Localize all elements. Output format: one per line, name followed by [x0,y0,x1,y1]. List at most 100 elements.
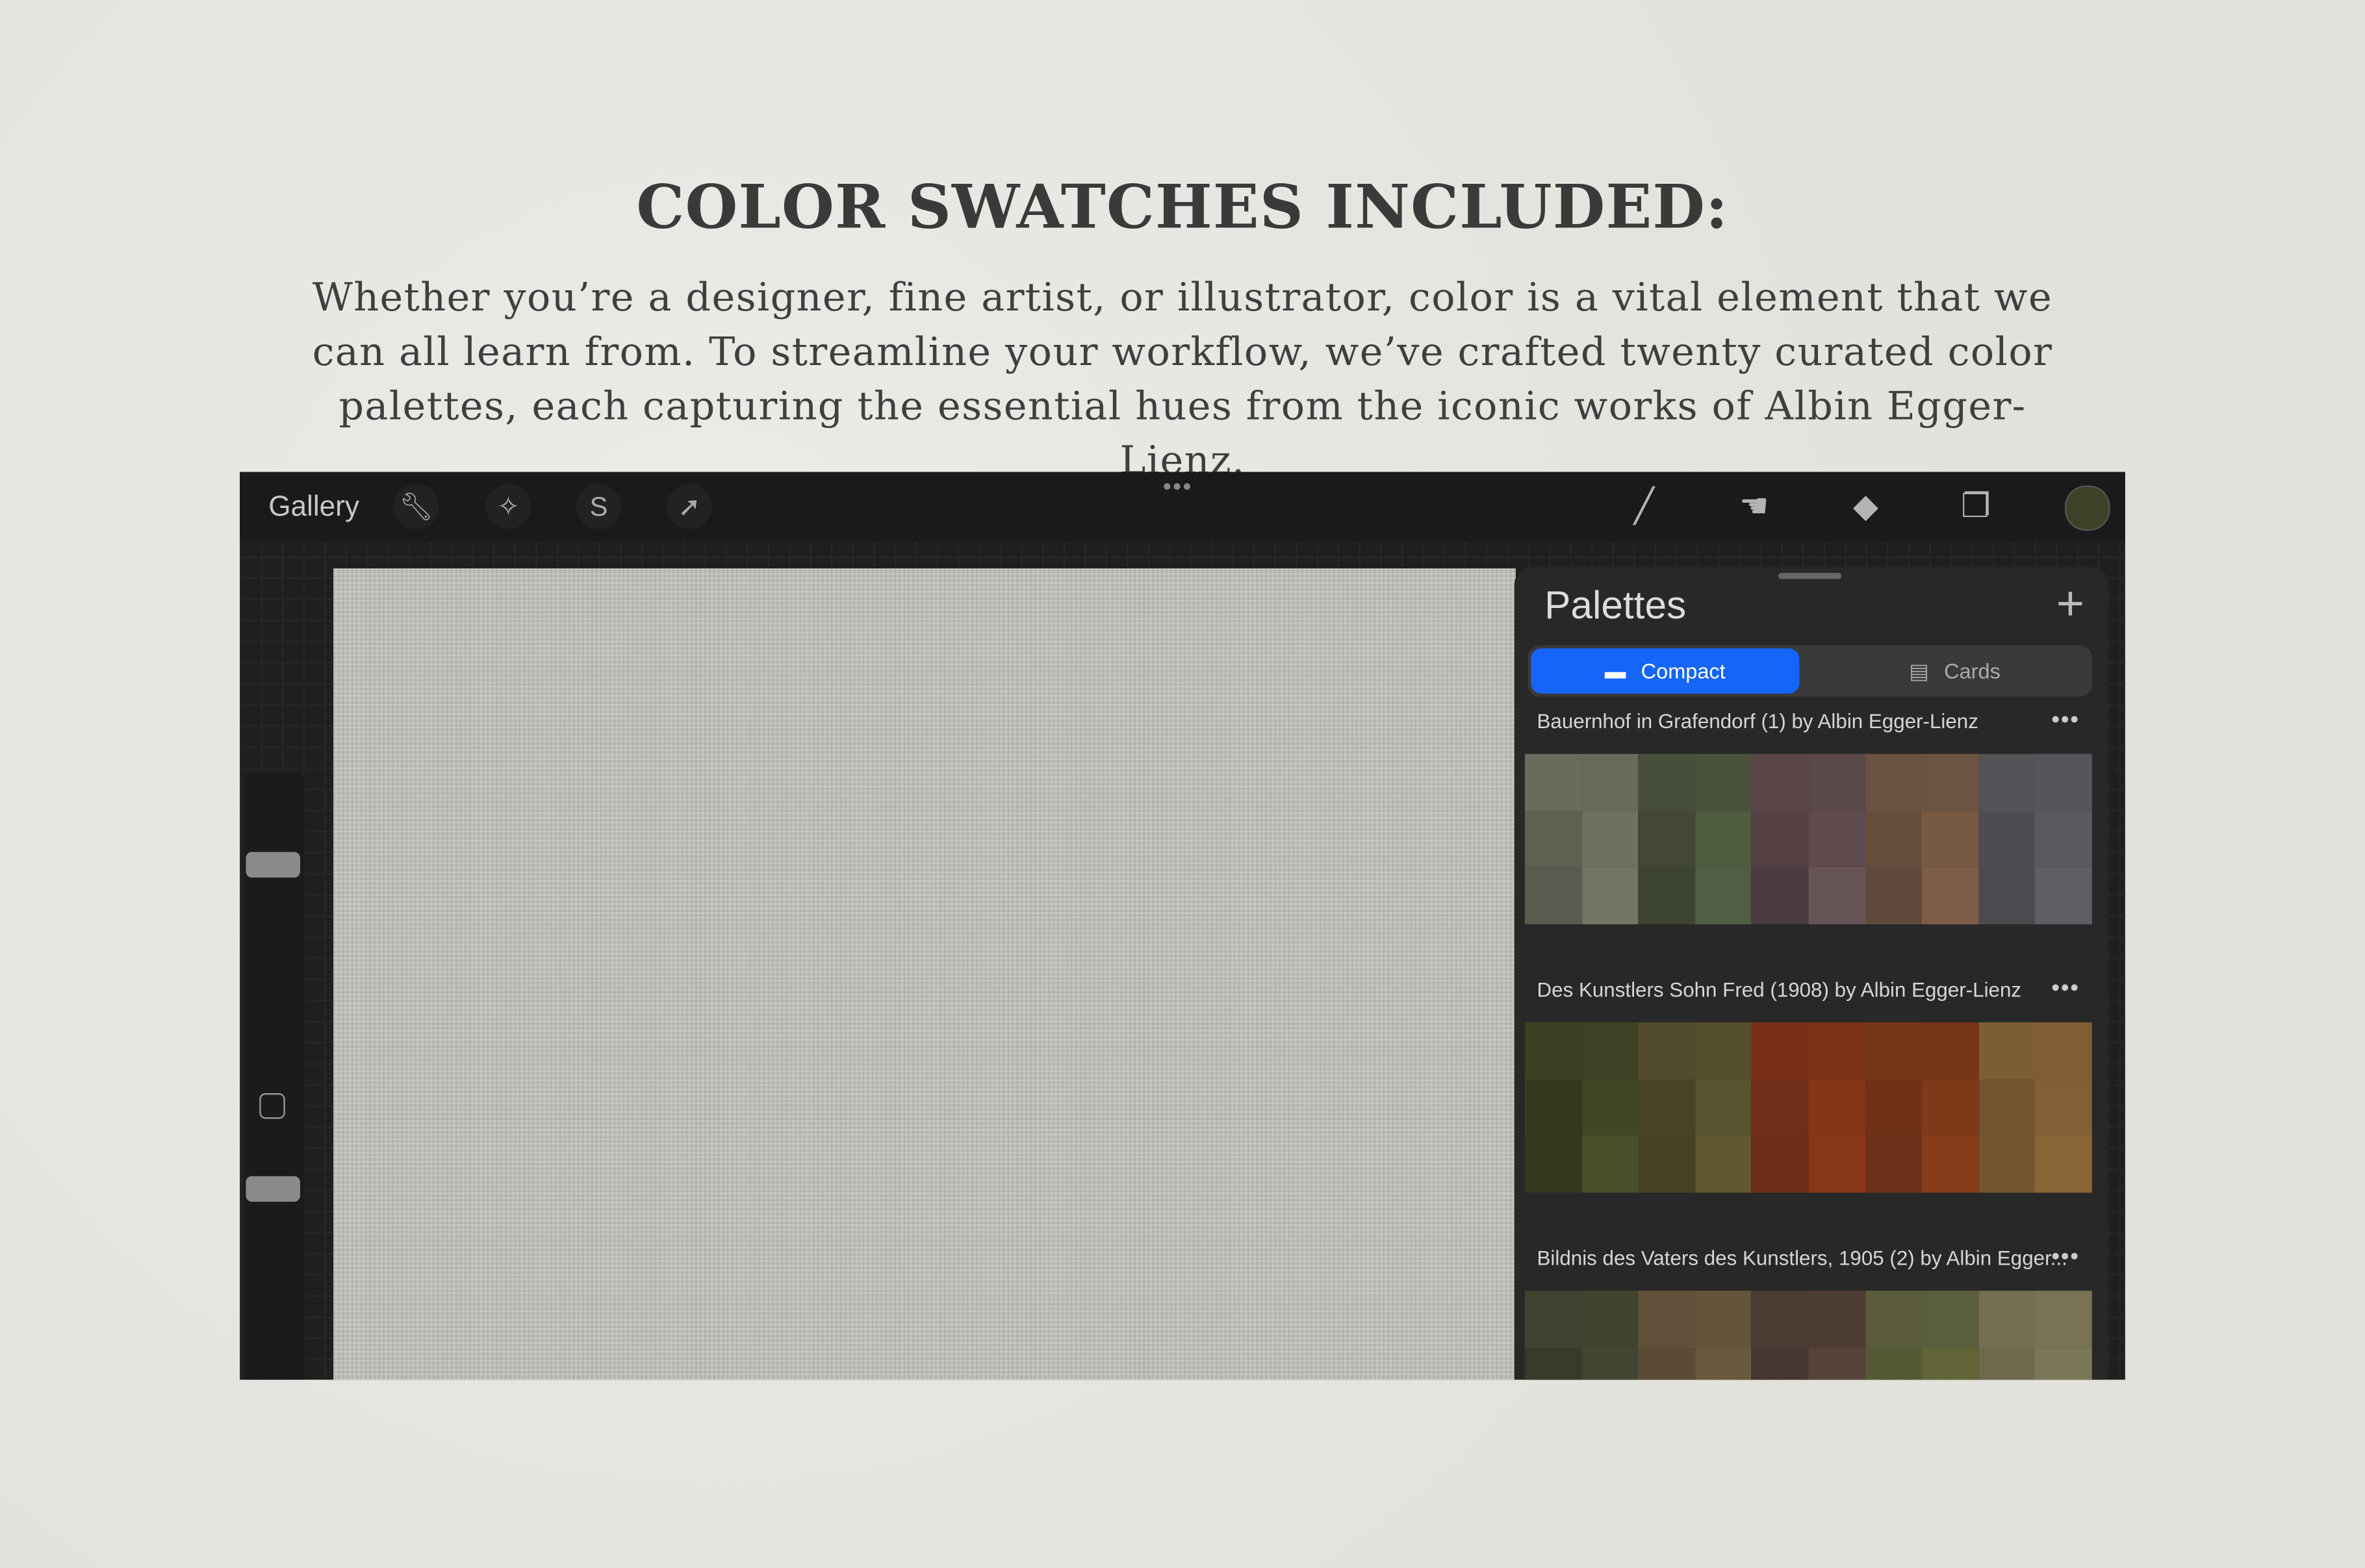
color-swatch[interactable] [1978,753,2036,811]
color-swatch[interactable] [1752,753,1809,811]
color-swatch[interactable] [1524,1135,1582,1193]
color-swatch[interactable] [1865,1022,1922,1080]
color-swatch[interactable] [2035,867,2092,925]
color-swatch[interactable] [1752,811,1809,868]
color-swatch[interactable] [1865,811,1922,868]
color-swatch[interactable] [1921,1022,1979,1080]
selection-icon[interactable]: S [576,484,622,529]
color-swatch[interactable] [1524,1291,1582,1348]
color-swatch[interactable] [1752,1135,1809,1193]
color-swatch[interactable] [1524,1079,1582,1136]
color-swatch[interactable] [1865,867,1922,925]
color-swatch[interactable] [1921,1347,1979,1380]
color-swatch[interactable] [1581,1347,1639,1380]
gallery-button[interactable]: Gallery [268,492,359,525]
palette-options-button[interactable]: ••• [2052,1244,2080,1269]
color-swatch[interactable] [1978,1135,2036,1193]
palette-name[interactable]: Des Kunstlers Sohn Fred (1908) by Albin … [1537,979,2022,1002]
color-swatch[interactable] [1638,1022,1695,1080]
layers-icon[interactable]: ❐ [1952,484,2000,529]
color-swatch[interactable] [1581,1135,1639,1193]
color-swatch[interactable] [1638,753,1695,811]
color-swatch[interactable] [1978,1291,2036,1348]
color-swatch[interactable] [1978,867,2036,925]
color-swatch[interactable] [1694,1079,1752,1136]
color-swatch[interactable] [1865,753,1922,811]
color-swatch[interactable] [1808,1079,1865,1136]
color-swatch[interactable] [1694,1135,1752,1193]
color-swatch[interactable] [1808,1135,1865,1193]
magic-wand-icon[interactable]: ✧ [485,484,531,529]
color-swatch[interactable] [1921,753,1979,811]
color-swatch[interactable] [2035,811,2092,868]
color-swatch[interactable] [1638,1291,1695,1348]
color-swatch[interactable] [2035,1347,2092,1380]
palette-name[interactable]: Bildnis des Vaters des Kunstlers, 1905 (… [1537,1247,2067,1270]
palette-name[interactable]: Bauernhof in Grafendorf (1) by Albin Egg… [1537,710,1978,733]
palette-options-button[interactable]: ••• [2052,707,2080,733]
color-swatch[interactable] [1978,811,2036,868]
wrench-icon[interactable]: 🔧︎ [393,484,439,529]
color-swatch[interactable] [1638,1347,1695,1380]
brush-size-slider[interactable] [246,852,300,878]
color-swatch[interactable] [2035,1135,2092,1193]
color-swatch[interactable] [1978,1079,2036,1136]
color-swatch[interactable] [1638,1079,1695,1136]
color-swatch[interactable] [1694,811,1752,868]
color-swatch[interactable] [1581,1022,1639,1080]
color-swatch[interactable] [1921,1291,1979,1348]
color-swatch[interactable] [1581,1291,1639,1348]
color-swatch[interactable] [1581,753,1639,811]
color-swatch[interactable] [1638,867,1695,925]
color-swatch[interactable] [2035,753,2092,811]
color-swatch[interactable] [1524,753,1582,811]
color-well-button[interactable] [2064,485,2110,531]
color-swatch[interactable] [1694,867,1752,925]
color-swatch[interactable] [1752,1079,1809,1136]
color-swatch[interactable] [1865,1135,1922,1193]
color-swatch[interactable] [1978,1022,2036,1080]
color-swatch[interactable] [1921,1079,1979,1136]
color-swatch[interactable] [1581,867,1639,925]
color-swatch[interactable] [1865,1347,1922,1380]
color-swatch[interactable] [1524,867,1582,925]
smudge-icon[interactable]: ☚ [1730,484,1778,529]
color-swatch[interactable] [1524,1022,1582,1080]
add-palette-button[interactable]: + [2056,576,2084,632]
canvas[interactable] [333,568,1516,1380]
color-swatch[interactable] [1752,1022,1809,1080]
opacity-slider[interactable] [246,1176,300,1202]
color-swatch[interactable] [1638,1135,1695,1193]
color-swatch[interactable] [1808,867,1865,925]
color-swatch[interactable] [1921,1135,1979,1193]
color-swatch[interactable] [2035,1022,2092,1080]
color-swatch[interactable] [1865,1291,1922,1348]
palette-options-button[interactable]: ••• [2052,976,2080,1001]
color-swatch[interactable] [1581,1079,1639,1136]
color-swatch[interactable] [1524,1347,1582,1380]
color-swatch[interactable] [1978,1347,2036,1380]
color-swatch[interactable] [1808,753,1865,811]
color-swatch[interactable] [1752,1347,1809,1380]
tab-compact[interactable]: ▬ Compact [1531,648,1800,694]
color-swatch[interactable] [1921,811,1979,868]
color-swatch[interactable] [1808,1347,1865,1380]
drag-handle[interactable] [1778,573,1842,579]
color-swatch[interactable] [1694,1022,1752,1080]
color-swatch[interactable] [1581,811,1639,868]
modify-button[interactable] [259,1093,285,1119]
color-swatch[interactable] [1808,1022,1865,1080]
brush-icon[interactable]: ╱ [1620,484,1668,529]
color-swatch[interactable] [1694,1347,1752,1380]
color-swatch[interactable] [1638,811,1695,868]
color-swatch[interactable] [1808,1291,1865,1348]
tab-cards[interactable]: ▤ Cards [1821,648,2089,694]
color-swatch[interactable] [2035,1291,2092,1348]
color-swatch[interactable] [1865,1079,1922,1136]
color-swatch[interactable] [1921,867,1979,925]
color-swatch[interactable] [1808,811,1865,868]
color-swatch[interactable] [1752,867,1809,925]
eraser-icon[interactable]: ◆ [1841,484,1889,529]
color-swatch[interactable] [1752,1291,1809,1348]
color-swatch[interactable] [2035,1079,2092,1136]
